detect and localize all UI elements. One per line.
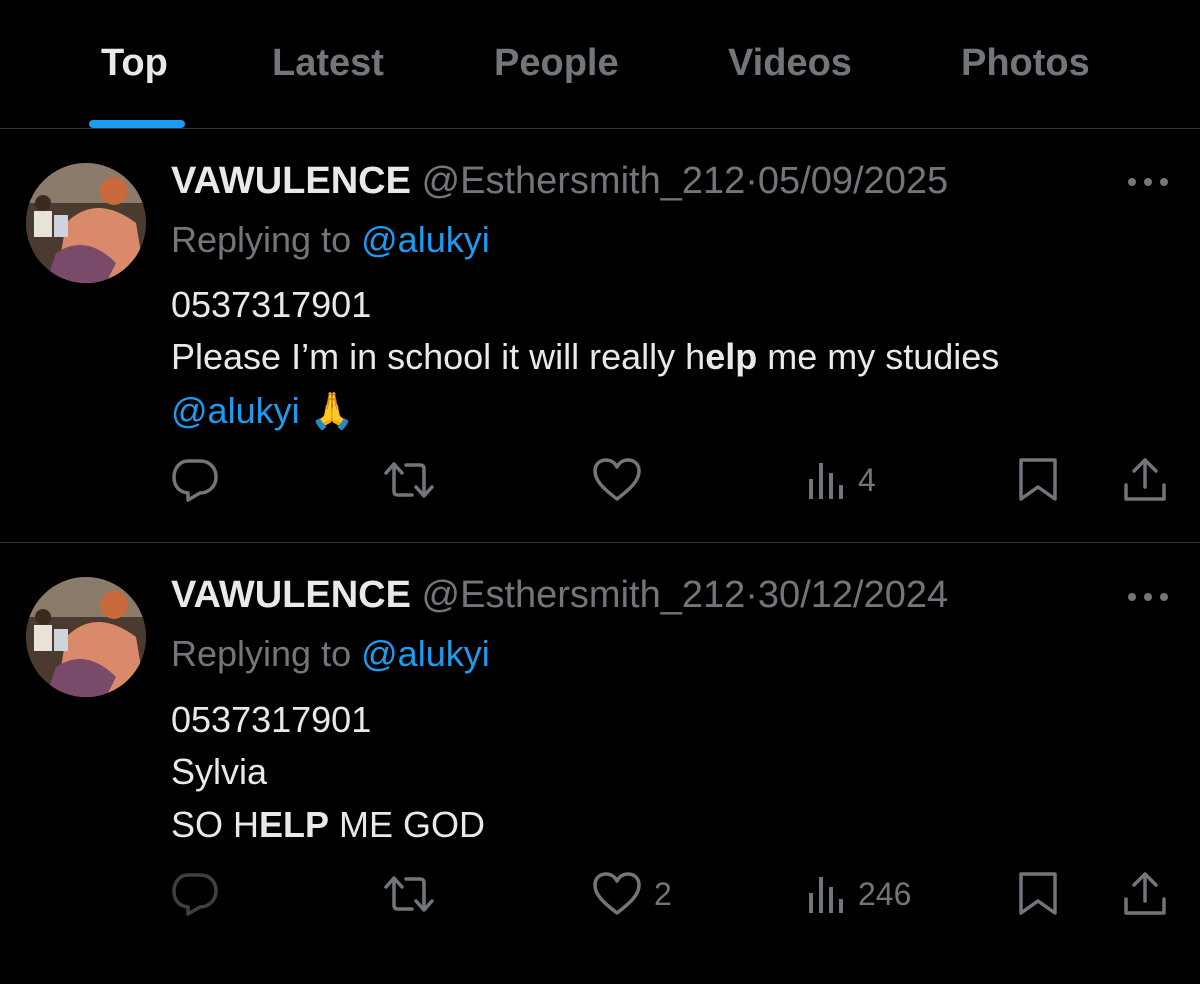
tweet-text-line: SO HELP ME GOD	[171, 804, 485, 846]
reply-mention-link[interactable]: @alukyi	[361, 219, 490, 260]
tweet-header: VAWULENCE @Esthersmith_212·30/12/2024	[171, 574, 948, 617]
tweet-text-line: Sylvia	[171, 751, 268, 792]
more-options-icon[interactable]	[1126, 591, 1170, 603]
separator-dot: ·	[745, 574, 758, 616]
tweet-text-line: 0537317901	[171, 699, 372, 740]
views-count: 246	[858, 875, 912, 912]
like-button[interactable]: 2	[592, 870, 672, 918]
text-segment: SO H	[171, 804, 260, 845]
retweet-icon	[384, 876, 434, 912]
mention-link[interactable]: @alukyi	[171, 390, 300, 431]
reply-mention-link[interactable]: @alukyi	[361, 633, 490, 674]
tweet-text-line: Please I’m in school it will really help…	[171, 336, 999, 378]
tweet-text-line: @alukyi 🙏	[171, 390, 354, 432]
avatar[interactable]	[26, 163, 146, 283]
bookmark-icon	[1019, 458, 1057, 501]
display-name[interactable]: VAWULENCE	[171, 574, 411, 616]
views-button[interactable]: 246	[806, 870, 911, 918]
tab-photos[interactable]: Photos	[961, 42, 1090, 85]
share-icon	[1124, 872, 1166, 915]
reply-button[interactable]	[170, 870, 220, 918]
active-tab-indicator	[89, 120, 185, 128]
tab-videos[interactable]: Videos	[728, 42, 852, 85]
replying-prefix: Replying to	[171, 633, 352, 674]
reply-icon	[172, 873, 218, 916]
separator-dot: ·	[745, 160, 758, 202]
tab-people[interactable]: People	[494, 42, 619, 85]
tweet-header: VAWULENCE @Esthersmith_212·05/09/2025	[171, 160, 948, 203]
bold-text-segment: elp	[705, 336, 758, 377]
heart-icon	[593, 872, 641, 915]
bookmark-button[interactable]	[1016, 456, 1060, 504]
heart-icon	[593, 458, 641, 501]
reply-button[interactable]	[170, 456, 220, 504]
tweet-divider	[0, 542, 1200, 543]
tweet-date[interactable]: 30/12/2024	[758, 574, 948, 616]
bookmark-icon	[1019, 872, 1057, 915]
retweet-icon	[384, 462, 434, 498]
share-button[interactable]	[1122, 456, 1168, 504]
replying-to: Replying to @alukyi	[171, 219, 490, 261]
bold-text-segment: ELP	[259, 804, 330, 845]
tab-latest[interactable]: Latest	[272, 42, 384, 85]
views-count: 4	[858, 461, 876, 498]
search-tabs: Top Latest People Videos Photos	[0, 0, 1200, 129]
handle[interactable]: @Esthersmith_212	[422, 160, 746, 202]
handle[interactable]: @Esthersmith_212	[422, 574, 746, 616]
retweet-button[interactable]	[384, 456, 434, 504]
bookmark-button[interactable]	[1016, 870, 1060, 918]
like-button[interactable]	[592, 456, 654, 504]
share-icon	[1124, 458, 1166, 501]
display-name[interactable]: VAWULENCE	[171, 160, 411, 202]
avatar[interactable]	[26, 577, 146, 697]
praying-hands-emoji: 🙏	[309, 390, 355, 431]
views-button[interactable]: 4	[806, 456, 876, 504]
text-segment: Please I’m in school it will really h	[171, 336, 706, 377]
more-options-icon[interactable]	[1126, 176, 1170, 188]
replying-prefix: Replying to	[171, 219, 352, 260]
tweet-date[interactable]: 05/09/2025	[758, 160, 948, 202]
views-icon	[809, 877, 843, 913]
text-segment: ME GOD	[329, 804, 486, 845]
retweet-button[interactable]	[384, 870, 434, 918]
share-button[interactable]	[1122, 870, 1168, 918]
replying-to: Replying to @alukyi	[171, 633, 490, 675]
text-segment: me my studies	[757, 336, 1000, 377]
like-count: 2	[654, 875, 672, 912]
views-icon	[809, 463, 843, 499]
reply-icon	[172, 459, 218, 502]
tweet-text-line: 0537317901	[171, 284, 372, 325]
tab-top[interactable]: Top	[101, 42, 168, 85]
